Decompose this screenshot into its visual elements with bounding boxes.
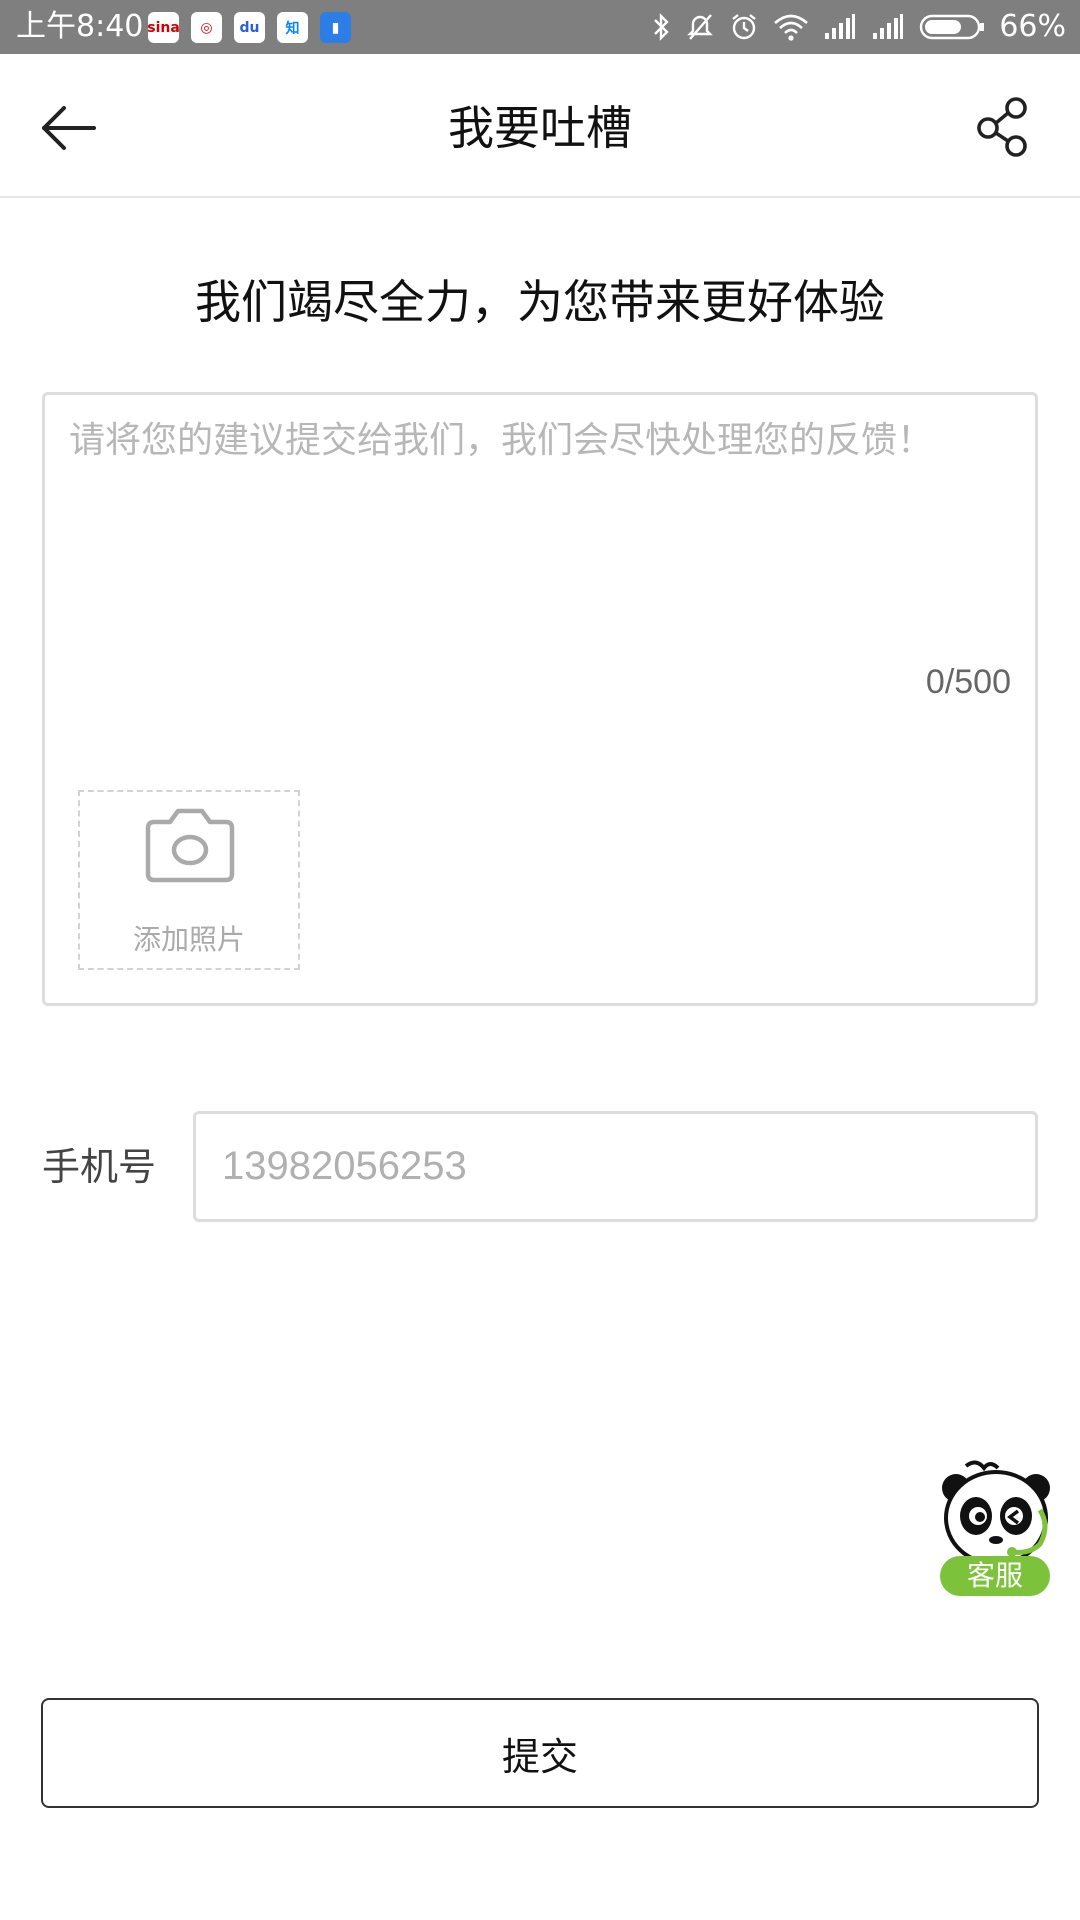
notification-icons: sina ◎ du 知 ▮: [147, 12, 351, 44]
sina-weibo-icon: sina: [147, 12, 180, 43]
share-icon: [977, 97, 1027, 157]
system-icons: 66%: [651, 10, 1066, 44]
customer-service-button[interactable]: 客服: [936, 1460, 1056, 1596]
add-photo-label: 添加照片: [132, 923, 245, 956]
document-app-icon: ▮: [320, 12, 351, 43]
title-bar: 我要吐槽: [0, 54, 1080, 198]
feedback-box: 0/500 添加照片: [42, 392, 1038, 1006]
customer-service-label: 客服: [940, 1556, 1050, 1596]
bluetooth-icon: [654, 13, 670, 41]
camera-icon: [145, 808, 235, 883]
add-photo-button[interactable]: 添加照片: [78, 790, 300, 970]
page-subtitle: 我们竭尽全力，为您带来更好体验: [195, 275, 885, 329]
wifi-icon: [774, 14, 809, 41]
panda-mascot-icon: [942, 1460, 1050, 1566]
feedback-textarea[interactable]: [69, 415, 1009, 675]
zhihu-icon: 知: [277, 12, 308, 43]
submit-button[interactable]: 提交: [41, 1698, 1039, 1808]
phone-label: 手机号: [42, 1145, 157, 1189]
share-button[interactable]: [974, 96, 1036, 158]
battery-percent: 66%: [999, 9, 1066, 44]
phone-input[interactable]: [193, 1111, 1038, 1222]
signal-icon-2: [873, 14, 904, 39]
page-title: 我要吐槽: [448, 101, 632, 155]
status-bar: 上午8:40 sina ◎ du 知 ▮ 66%: [0, 0, 1080, 54]
character-counter: 0/500: [925, 663, 1011, 701]
vibrate-off-icon: [687, 14, 714, 40]
netease-news-icon: ◎: [191, 12, 222, 43]
alarm-icon: [732, 14, 757, 40]
signal-icon: [825, 14, 856, 39]
status-time: 上午8:40: [16, 9, 144, 44]
battery-icon: [920, 14, 985, 40]
baidu-icon: du: [234, 12, 265, 43]
